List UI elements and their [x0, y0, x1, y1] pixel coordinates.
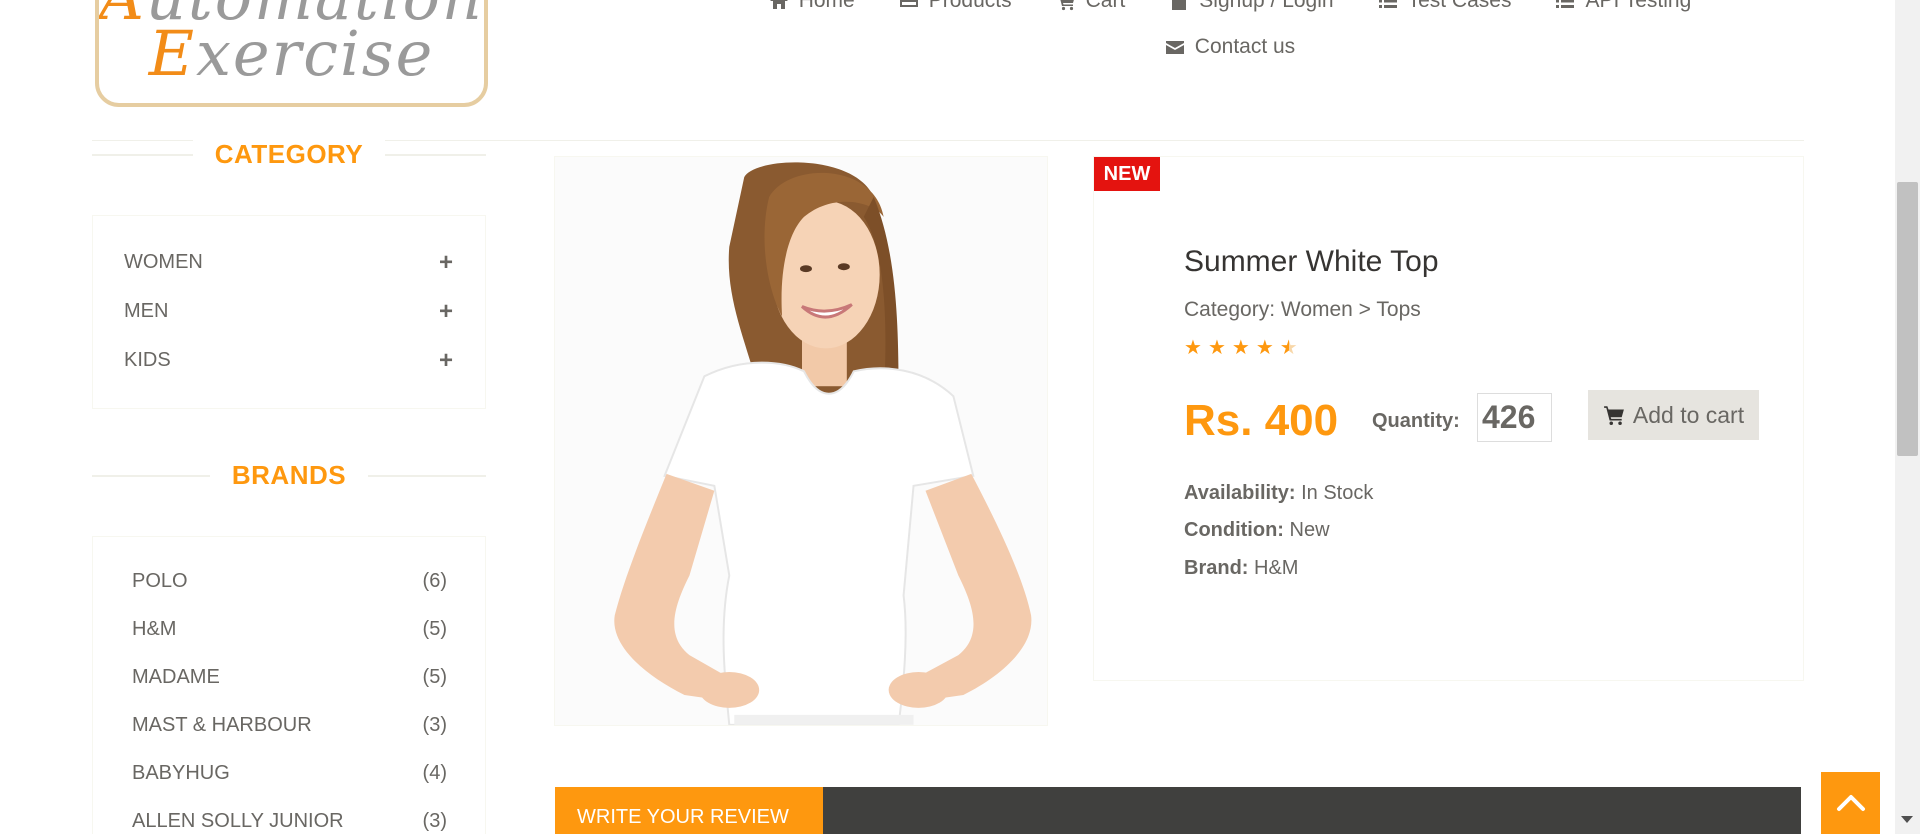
nav-label: API Testing [1585, 0, 1692, 12]
brand-count: (3) [422, 809, 447, 832]
plus-icon[interactable]: + [439, 299, 453, 324]
star-full-icon: ★ [1184, 337, 1202, 359]
new-badge: NEW [1094, 157, 1160, 191]
brand-count: (5) [422, 665, 447, 688]
scroll-up-button[interactable] [1821, 772, 1880, 834]
nav-cart[interactable]: Cart [1034, 0, 1148, 18]
brand-label: ALLEN SOLLY JUNIOR [132, 809, 344, 832]
nav-test-cases[interactable]: Test Cases [1356, 0, 1534, 18]
nav-products[interactable]: Products [877, 0, 1034, 18]
logo-line-2: Exercise [99, 17, 484, 90]
cart-icon [1060, 0, 1074, 11]
nav-signup-login[interactable]: Signup / Login [1147, 0, 1355, 18]
availability-row: Availability: In Stock [1184, 482, 1373, 505]
brands-panel: POLO (6) H&M (5) MADAME (5) MAST & HARBO… [92, 536, 486, 834]
brand-item-polo[interactable]: POLO (6) [93, 557, 485, 605]
quantity-input[interactable] [1477, 393, 1552, 442]
card-icon [899, 0, 918, 7]
brand-count: (3) [422, 713, 447, 736]
brand-label: BABYHUG [132, 761, 230, 784]
star-full-icon: ★ [1207, 337, 1226, 359]
category-item-men[interactable]: MEN + [93, 287, 485, 336]
category-label: WOMEN [124, 251, 203, 273]
brand-value: H&M [1254, 557, 1299, 579]
scroll-down-arrow-icon[interactable] [1901, 816, 1913, 823]
nav-api-testing[interactable]: API Testing [1533, 0, 1713, 18]
product-photo [555, 157, 1047, 725]
brand-label: POLO [132, 569, 188, 592]
brand-label: H&M [132, 617, 177, 640]
availability-value: In Stock [1301, 482, 1374, 504]
nav-home[interactable]: Home [747, 0, 877, 18]
nav-label: Cart [1085, 0, 1126, 12]
availability-label: Availability: [1184, 482, 1296, 504]
brand-row: Brand: H&M [1184, 557, 1298, 580]
brand-item-babyhug[interactable]: BABYHUG (4) [93, 749, 485, 797]
category-item-women[interactable]: WOMEN + [93, 238, 485, 287]
category-label: KIDS [124, 349, 171, 371]
chevron-up-icon [1836, 795, 1865, 811]
logo-accent-letter: E [148, 17, 196, 90]
category-label: MEN [124, 300, 169, 322]
condition-value: New [1289, 519, 1330, 541]
nav-label: Contact us [1194, 35, 1296, 58]
category-title: CATEGORY [192, 138, 386, 170]
tab-write-your-review[interactable]: WRITE YOUR REVIEW [555, 787, 823, 834]
brand-item-hm[interactable]: H&M (5) [93, 605, 485, 653]
brand-label: Brand: [1184, 557, 1249, 579]
category-heading: CATEGORY [92, 138, 486, 170]
product-category: Category: Women > Tops [1184, 298, 1421, 321]
brand-count: (6) [422, 569, 447, 592]
envelope-icon [1165, 41, 1184, 54]
star-full-icon: ★ [1231, 337, 1250, 359]
nav-label: Signup / Login [1199, 0, 1334, 12]
site-logo[interactable]: Automation Exercise [95, 0, 488, 107]
home-icon [769, 0, 788, 9]
category-panel: WOMEN + MEN + KIDS + [92, 215, 486, 409]
list-icon [1378, 0, 1397, 8]
plus-icon[interactable]: + [439, 250, 453, 275]
lock-icon [1172, 0, 1187, 10]
brand-count: (4) [422, 761, 447, 784]
product-image [554, 156, 1048, 726]
nav-label: Products [928, 0, 1012, 12]
plus-icon[interactable]: + [439, 348, 453, 373]
rating-stars: ★ ★ ★ ★ ★ [1184, 338, 1298, 358]
product-name: Summer White Top [1184, 245, 1439, 278]
add-to-cart-label: Add to cart [1632, 401, 1745, 428]
scrollbar-thumb[interactable] [1897, 182, 1918, 456]
nav-label: Test Cases [1407, 0, 1512, 12]
main-nav: Home Products Cart Signup / Login Test C… [700, 0, 1760, 64]
condition-label: Condition: [1184, 519, 1284, 541]
star-half-icon: ★ [1279, 337, 1298, 359]
brand-item-madame[interactable]: MADAME (5) [93, 653, 485, 701]
brand-item-mast-harbour[interactable]: MAST & HARBOUR (3) [93, 701, 485, 749]
brand-item-allen-solly-junior[interactable]: ALLEN SOLLY JUNIOR (3) [93, 797, 485, 834]
category-item-kids[interactable]: KIDS + [93, 336, 485, 385]
star-full-icon: ★ [1255, 337, 1274, 359]
cart-icon [1603, 406, 1624, 426]
condition-row: Condition: New [1184, 519, 1330, 542]
brands-heading: BRANDS [92, 459, 486, 491]
page: Automation Exercise Home Products Cart S… [0, 0, 1920, 834]
logo-text: xercise [195, 17, 435, 90]
quantity-label: Quantity: [1372, 410, 1460, 432]
add-to-cart-button[interactable]: Add to cart [1588, 390, 1759, 440]
brand-count: (5) [422, 617, 447, 640]
nav-contact-us[interactable]: Contact us [1143, 30, 1317, 64]
product-price: Rs. 400 [1184, 396, 1339, 445]
list-icon [1556, 0, 1575, 8]
brand-label: MADAME [132, 665, 220, 688]
brand-label: MAST & HARBOUR [132, 713, 312, 736]
nav-label: Home [798, 0, 855, 12]
brands-title: BRANDS [209, 459, 369, 491]
